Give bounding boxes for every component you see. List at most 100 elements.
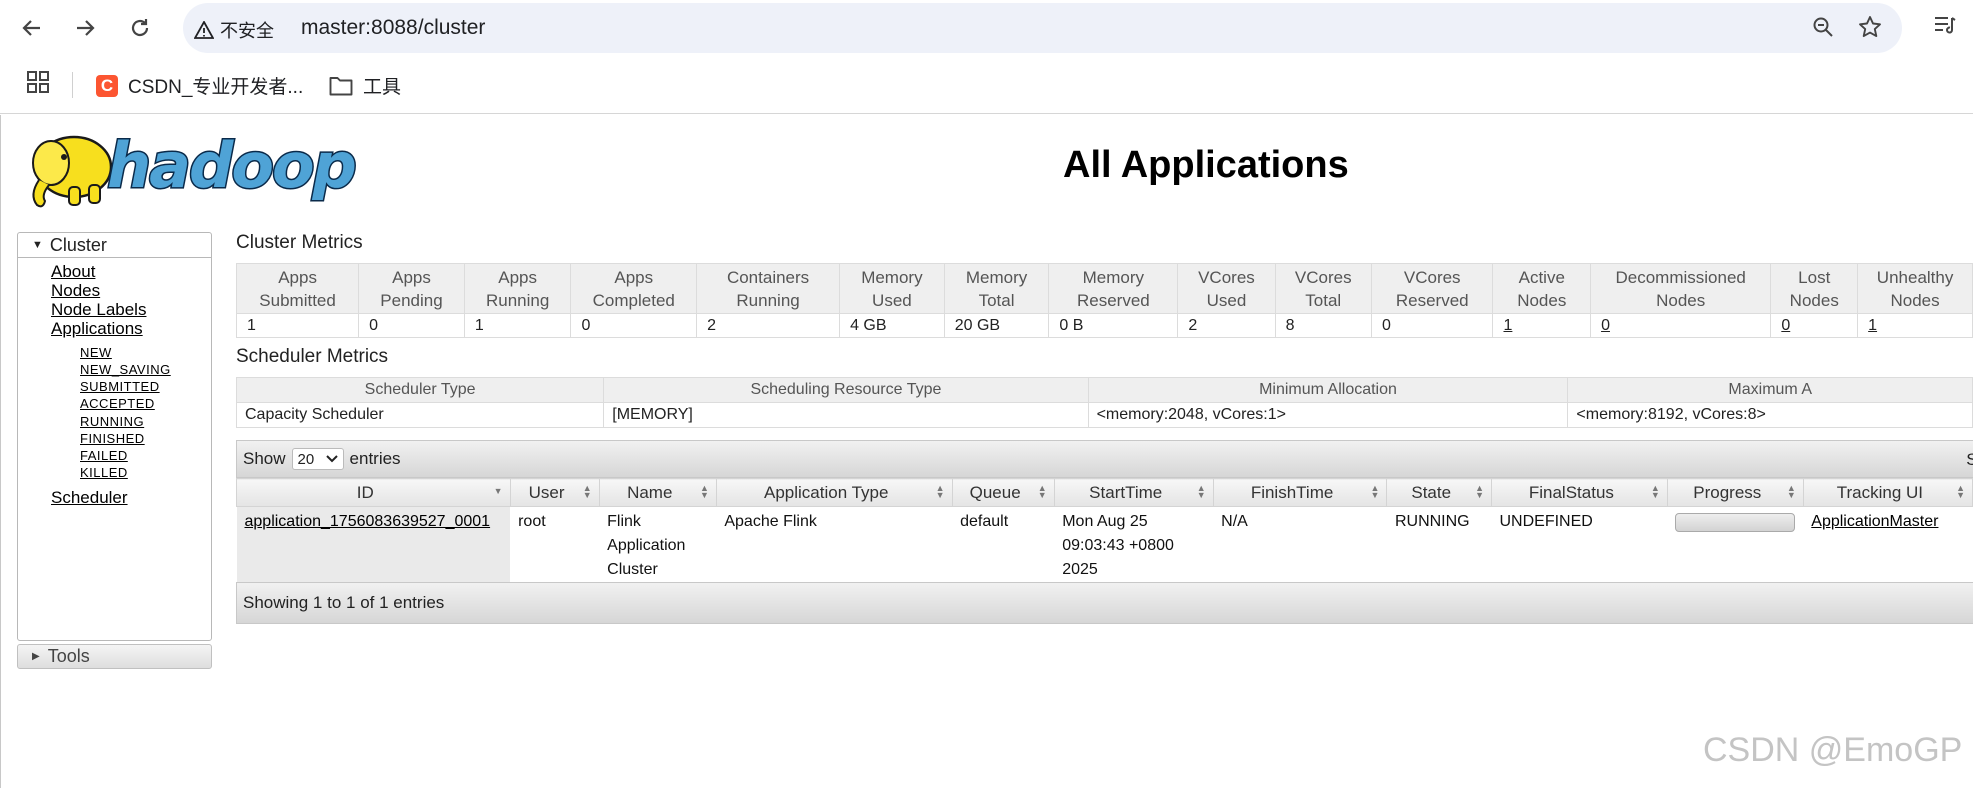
triangle-down-icon: ▼ [32,239,43,251]
apps-grid-button[interactable] [27,71,49,93]
tracking-ui-link[interactable]: ApplicationMaster [1811,513,1938,530]
app-queue: default [952,506,1055,586]
metric-header: Apps Completed [570,263,698,314]
metric-lost-nodes-link[interactable]: 0 [1781,317,1790,334]
logo-text: hadoop [107,129,355,202]
sort-icon: ▼ [493,486,503,496]
column-header-finalstatus[interactable]: FinalStatus ▲ ▼ [1490,478,1668,507]
column-header-id[interactable]: ID ▼ [236,478,511,507]
chevron-down-icon [325,455,338,463]
security-indicator[interactable]: 不安全 [194,17,274,43]
sidebar-link-nodes[interactable]: Nodes [51,281,100,301]
bookmark-label: CSDN_专业开发者... [128,77,304,98]
cluster-metrics-title: Cluster Metrics [236,232,363,253]
arrow-left-icon [22,20,40,36]
column-header-tracking-ui[interactable]: Tracking UI ▲ ▼ [1802,478,1973,507]
page-title: All Applications [1063,144,1349,186]
metric-vcores-used: 2 [1177,313,1276,338]
cluster-label: Cluster [49,234,107,255]
scheduler-metrics-title: Scheduler Metrics [236,346,389,367]
page-content: hadoop All Applications ▼ Cluster About … [0,115,1973,788]
page-size-select[interactable]: 20 [291,448,344,470]
forward-button[interactable] [69,12,101,44]
security-label: 不安全 [220,21,274,41]
sidebar-state-finished[interactable]: FINISHED [80,431,145,446]
app-name: Flink Application Cluster [599,506,717,586]
scheduler-type: Capacity Scheduler [235,402,605,428]
sidebar-link-applications[interactable]: Applications [51,319,143,339]
reload-icon [131,19,149,37]
app-starttime: Mon Aug 25 09:03:43 +0800 2025 [1054,506,1214,586]
column-header-queue[interactable]: Queue ▲ ▼ [951,478,1055,507]
entries-label: entries [349,449,401,468]
sidebar-link-scheduler[interactable]: Scheduler [51,488,128,508]
metric-header: VCores Reserved [1370,263,1494,314]
metric-header: VCores Total [1274,263,1372,314]
cluster-metrics-table: Apps Submitted Apps Pending Apps Running Ap… [235,263,1973,338]
column-header-application-type[interactable]: Application Type ▲ ▼ [715,478,953,507]
sidebar-state-failed[interactable]: FAILED [80,448,128,463]
column-header-name[interactable]: Name ▲ ▼ [598,478,717,507]
metric-vcores-reserved: 0 [1370,313,1494,338]
bookmarks-bar: C CSDN_专业开发者... 工具 [0,56,1973,114]
zoom-button[interactable] [1812,16,1834,42]
sort-icon: ▲ ▼ [1650,483,1660,500]
sort-icon: ▲ ▼ [582,483,592,500]
watermark-text: CSDN @EmoGP [1703,731,1963,769]
cluster-section-header[interactable]: ▼ Cluster [18,233,211,258]
column-header-state[interactable]: State ▲ ▼ [1386,478,1492,507]
show-label: Show [243,449,286,468]
column-header-finishtime[interactable]: FinishTime ▲ ▼ [1212,478,1388,507]
maximum-allocation: <memory:8192, vCores:8> [1567,402,1973,428]
sort-icon: ▲ ▼ [1786,483,1796,500]
metric-active-nodes-link[interactable]: 1 [1503,317,1512,334]
metric-header: Containers Running [696,263,841,314]
metric-apps-completed: 0 [570,313,698,338]
app-state: RUNNING [1386,506,1492,586]
sidebar-state-accepted[interactable]: ACCEPTED [80,396,155,411]
sidebar-state-new-saving[interactable]: NEW_SAVING [80,362,171,377]
metric-decommissioned-nodes-link[interactable]: 0 [1601,317,1610,334]
back-button[interactable] [16,12,48,44]
metric-header: Apps Pending [358,263,465,314]
bookmark-csdn[interactable]: C CSDN_专业开发者... [96,72,303,99]
bookmark-star-button[interactable] [1858,15,1882,43]
application-id-link[interactable]: application_1756083639527_0001 [245,513,491,530]
reading-list-icon [1935,17,1956,34]
sidebar-state-submitted[interactable]: SUBMITTED [80,379,160,394]
reading-list-button[interactable] [1933,14,1957,40]
reload-button[interactable] [124,12,156,44]
url-text[interactable]: master:8088/cluster [301,16,485,40]
triangle-right-icon: ▶ [32,651,40,662]
metric-header: Apps Running [463,263,572,314]
app-finalstatus: UNDEFINED [1491,506,1668,586]
metric-apps-pending: 0 [358,313,465,338]
sort-icon: ▲ ▼ [935,483,945,500]
sidebar-link-node-labels[interactable]: Node Labels [51,300,146,320]
metric-header: Apps Submitted [235,263,360,314]
column-header-starttime[interactable]: StartTime ▲ ▼ [1053,478,1214,507]
sort-icon: ▲ ▼ [1037,483,1047,500]
metric-unhealthy-nodes-link[interactable]: 1 [1868,317,1877,334]
address-bar[interactable]: 不安全 master:8088/cluster [183,3,1902,53]
metric-header: VCores Used [1177,263,1276,314]
tools-label: Tools [47,646,90,666]
grid-icon [27,71,49,93]
zoom-icon [1813,17,1833,37]
column-header-user[interactable]: User ▲ ▼ [509,478,600,507]
app-user: root [510,506,600,586]
bookmark-folder-tools[interactable]: 工具 [329,72,401,99]
sidebar-state-new[interactable]: NEW [80,345,112,360]
hadoop-logo[interactable]: hadoop [19,125,359,219]
sidebar-state-running[interactable]: RUNNING [80,414,144,429]
scheduler-header: Scheduler Type [235,377,605,403]
tools-section-header[interactable]: ▶ Tools [17,644,212,669]
scheduler-header: Minimum Allocation [1087,377,1569,403]
scheduler-header: Maximum A [1567,377,1973,403]
sidebar-state-killed[interactable]: KILLED [80,465,128,480]
minimum-allocation: <memory:2048, vCores:1> [1087,402,1569,428]
bookmark-separator [72,72,73,98]
sidebar-link-about[interactable]: About [51,262,95,282]
column-header-progress[interactable]: Progress ▲ ▼ [1666,478,1804,507]
metric-containers-running: 2 [696,313,841,338]
